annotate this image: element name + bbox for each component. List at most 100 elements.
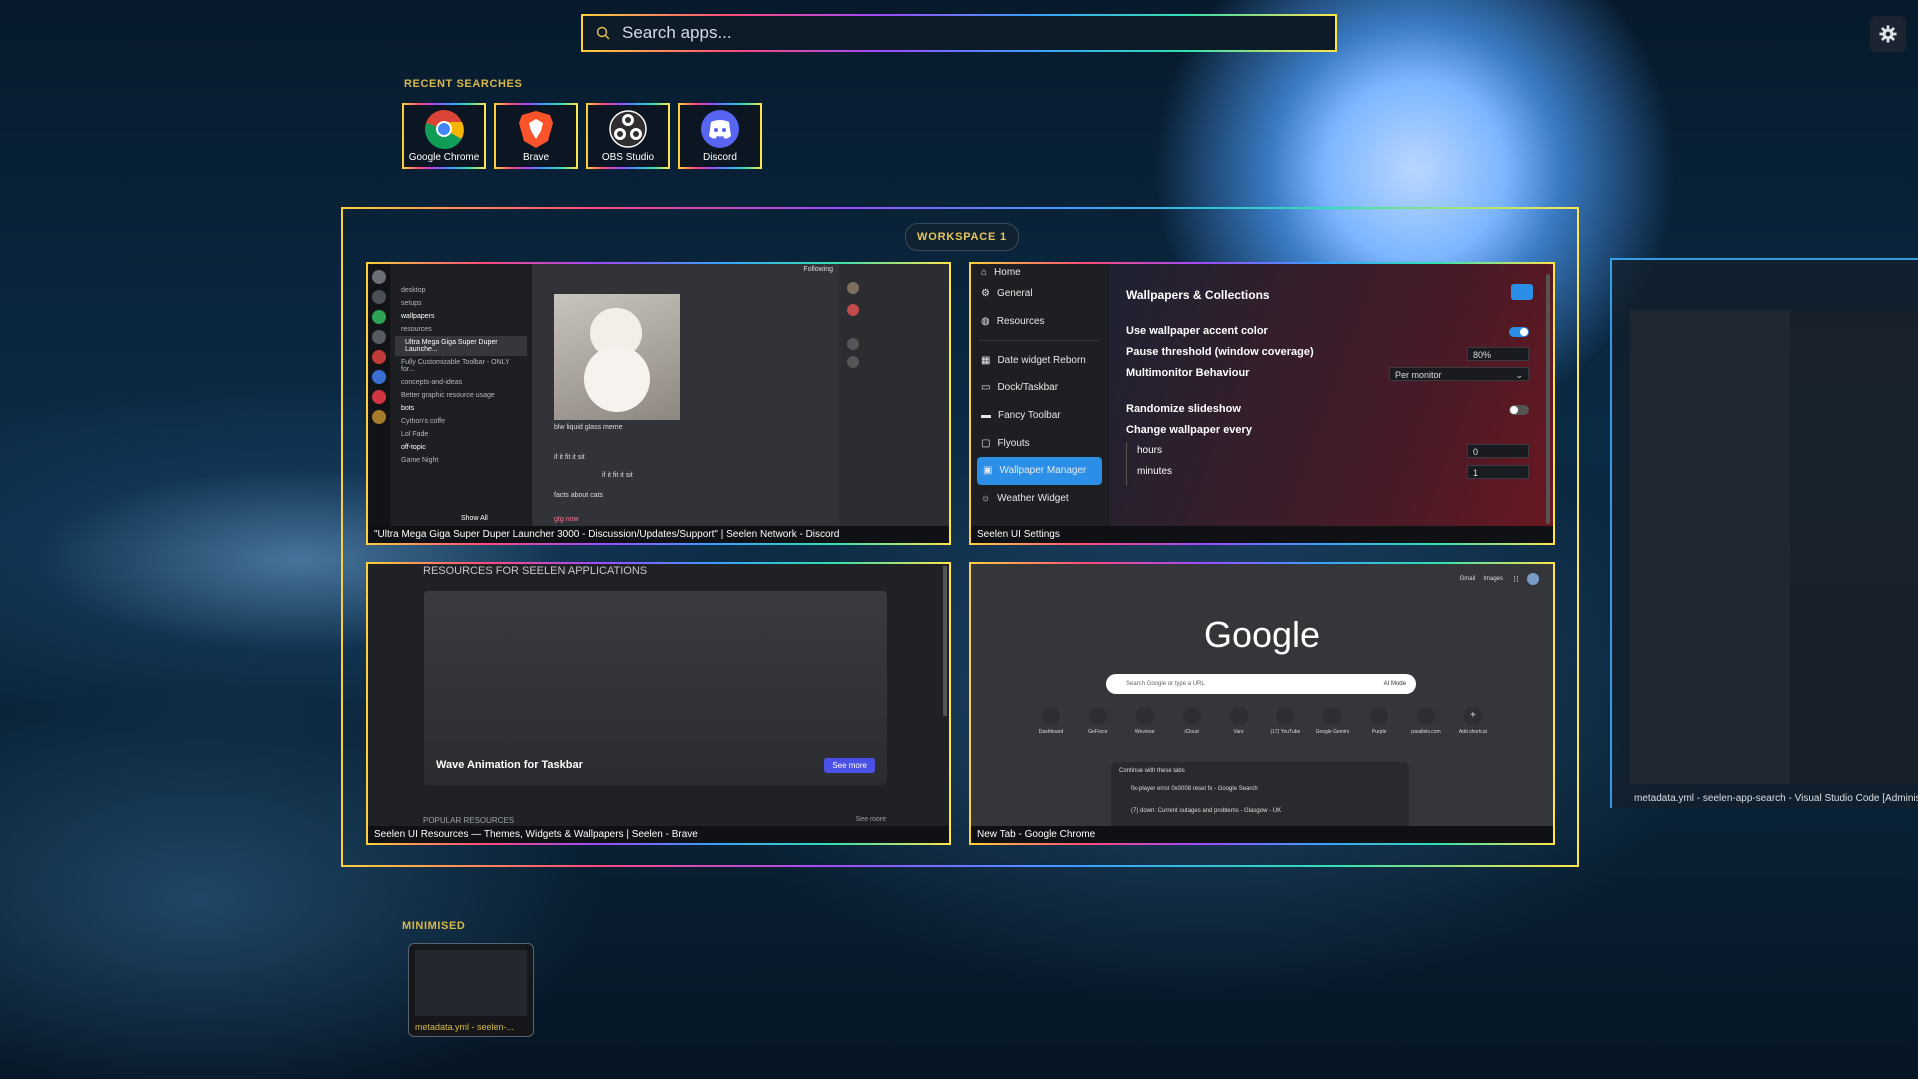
recent-app-discord[interactable]: Discord bbox=[678, 103, 762, 169]
images-link[interactable]: Images bbox=[1483, 576, 1503, 582]
resource-card[interactable]: Wave Animation for Taskbar See more bbox=[424, 591, 887, 785]
hours-input[interactable]: 0 bbox=[1467, 444, 1529, 458]
avatar[interactable] bbox=[1527, 573, 1539, 585]
plus-icon: + bbox=[1463, 707, 1482, 725]
following-button[interactable]: Following bbox=[803, 266, 833, 273]
tab-suggestion[interactable]: (7) down: Current outages and problems -… bbox=[1131, 808, 1281, 814]
toolbar-icon: ▬ bbox=[981, 410, 991, 422]
add-shortcut-button[interactable]: + Add shortcut bbox=[1453, 707, 1493, 735]
window-discord[interactable]: desktop setups wallpapers resources Ultr… bbox=[366, 262, 951, 545]
chevron-down-icon: ⌄ bbox=[1515, 370, 1523, 380]
channel-item[interactable]: resources bbox=[391, 323, 531, 336]
window-chrome[interactable]: Gmail Images ⁝⁝ Google Search Google or … bbox=[969, 562, 1555, 845]
apps-grid-icon[interactable]: ⁝⁝ bbox=[1513, 574, 1519, 585]
channel-item[interactable]: setups bbox=[391, 297, 531, 310]
shortcut-item[interactable]: (17) YouTube bbox=[1265, 707, 1305, 735]
search-placeholder: Search Google or type a URL bbox=[1126, 681, 1205, 687]
nav-home[interactable]: ⌂ Home bbox=[971, 264, 1108, 280]
recent-app-brave[interactable]: Brave bbox=[494, 103, 578, 169]
multimonitor-select[interactable]: Per monitor ⌄ bbox=[1389, 367, 1529, 381]
google-search-box[interactable]: Search Google or type a URL AI Mode bbox=[1106, 674, 1416, 694]
card-heading: Continue with these tabs bbox=[1119, 768, 1185, 774]
settings-button[interactable] bbox=[1870, 16, 1906, 52]
nav-dock[interactable]: ▭ Dock/Taskbar bbox=[971, 374, 1108, 402]
brave-icon bbox=[515, 108, 557, 150]
gmail-link[interactable]: Gmail bbox=[1460, 576, 1476, 582]
shortcut-label: Purple bbox=[1371, 729, 1387, 735]
nav-resources[interactable]: ◍ Resources bbox=[971, 308, 1108, 336]
channel-item[interactable]: Better graphic resource usage bbox=[391, 389, 531, 402]
image-icon[interactable] bbox=[1511, 284, 1533, 300]
nav-label: Home bbox=[994, 266, 1021, 278]
window-vscode[interactable]: metadata.yml - seelen-app-search - Visua… bbox=[1610, 258, 1918, 808]
channel-item[interactable]: concepts-and-ideas bbox=[391, 376, 531, 389]
recent-app-obs[interactable]: OBS Studio bbox=[586, 103, 670, 169]
pause-threshold-input[interactable]: 80% bbox=[1467, 347, 1529, 361]
divider bbox=[979, 340, 1100, 342]
channel-item[interactable]: Ultra Mega Giga Super Duper Launche... bbox=[395, 336, 527, 356]
nav-label: Dock/Taskbar bbox=[997, 382, 1059, 394]
shortcut-label: Add shortcut bbox=[1458, 729, 1487, 735]
nav-label: Wallpaper Manager bbox=[999, 465, 1087, 477]
recent-apps: Google Chrome Brave OBS Studio Discord bbox=[402, 103, 762, 169]
scrollbar[interactable] bbox=[943, 566, 947, 716]
shortcut-item[interactable]: iCloud bbox=[1172, 707, 1212, 735]
see-more-link[interactable]: See more bbox=[856, 816, 886, 823]
recent-app-name: Google Chrome bbox=[408, 152, 480, 163]
window-brave[interactable]: RESOURCES FOR SEELEN APPLICATIONS Wave A… bbox=[366, 562, 951, 845]
shortcuts-row: Dashboard GeForce Weverse iCloud Vars (1… bbox=[1031, 707, 1493, 735]
shortcut-item[interactable]: Weverse bbox=[1125, 707, 1165, 735]
flyout-icon: ▢ bbox=[981, 437, 991, 449]
channel-item[interactable]: desktop bbox=[391, 284, 531, 297]
see-more-button[interactable]: See more bbox=[824, 758, 875, 773]
shortcut-item[interactable]: parallels.com bbox=[1406, 707, 1446, 735]
tab-suggestion[interactable]: fix-player error 0x0008 reset fx - Googl… bbox=[1131, 786, 1258, 792]
section-heading: Wallpapers & Collections bbox=[1126, 288, 1270, 302]
nav-general[interactable]: ⚙ General bbox=[971, 280, 1108, 308]
recent-app-name: Brave bbox=[522, 152, 550, 163]
nav-label: Flyouts bbox=[997, 437, 1030, 449]
channel-item[interactable]: Fully Customizable Toolbar - ONLY for... bbox=[391, 356, 531, 376]
home-icon: ⌂ bbox=[981, 266, 988, 278]
minimised-window[interactable]: metadata.yml - seelen-... bbox=[408, 943, 534, 1037]
search-input[interactable] bbox=[620, 22, 1304, 44]
shortcut-item[interactable]: Vars bbox=[1219, 707, 1259, 735]
minutes-input[interactable]: 1 bbox=[1467, 465, 1529, 479]
app-search-bar[interactable] bbox=[581, 14, 1337, 52]
nav-weather-widget[interactable]: ☼ Weather Widget bbox=[971, 485, 1108, 513]
shortcut-item[interactable]: Google Gemini bbox=[1312, 707, 1352, 735]
randomize-toggle[interactable] bbox=[1509, 405, 1529, 415]
shortcut-label: iCloud bbox=[1184, 729, 1199, 735]
nav-wallpaper-manager[interactable]: ▣ Wallpaper Manager bbox=[977, 457, 1102, 485]
channel-item[interactable]: off-topic bbox=[391, 441, 531, 454]
calendar-icon: ▦ bbox=[981, 354, 991, 366]
shortcut-item[interactable]: GeForce bbox=[1078, 707, 1118, 735]
channel-item[interactable]: Game Night bbox=[391, 454, 531, 467]
nav-date-widget[interactable]: ▦ Date widget Reborn bbox=[971, 346, 1108, 374]
continue-tabs-card: Continue with these tabs fix-player erro… bbox=[1111, 762, 1409, 832]
channel-item[interactable]: wallpapers bbox=[391, 310, 531, 323]
toggle-knob bbox=[1510, 406, 1518, 414]
workspace-title[interactable]: WORKSPACE 1 bbox=[905, 223, 1019, 251]
nav-fancy-toolbar[interactable]: ▬ Fancy Toolbar bbox=[971, 402, 1108, 430]
ai-mode-button[interactable]: AI Mode bbox=[1384, 674, 1406, 694]
shortcut-item[interactable]: Purple bbox=[1359, 707, 1399, 735]
minimised-title: metadata.yml - seelen-... bbox=[415, 1022, 515, 1032]
recent-app-chrome[interactable]: Google Chrome bbox=[402, 103, 486, 169]
member-list bbox=[839, 264, 949, 526]
chat-message: gtg now bbox=[554, 516, 579, 523]
show-all-button[interactable]: Show All bbox=[461, 515, 488, 522]
scrollbar[interactable] bbox=[1546, 274, 1550, 524]
channel-item[interactable]: Lol Fade bbox=[391, 428, 531, 441]
shortcut-label: (17) YouTube bbox=[1270, 729, 1301, 735]
chat-message: facts about cats bbox=[554, 492, 604, 499]
channel-item[interactable]: Cython's coffe bbox=[391, 415, 531, 428]
select-value: Per monitor bbox=[1395, 370, 1442, 380]
page-header: RESOURCES FOR SEELEN APPLICATIONS bbox=[423, 565, 648, 577]
shortcut-item[interactable]: Dashboard bbox=[1031, 707, 1071, 735]
window-seelen-settings[interactable]: ⌂ Home ⚙ General ◍ Resources ▦ Date widget R… bbox=[969, 262, 1555, 545]
accent-color-toggle[interactable] bbox=[1509, 327, 1529, 337]
channel-item[interactable]: bots bbox=[391, 402, 531, 415]
setting-label: hours bbox=[1137, 445, 1163, 456]
nav-flyouts[interactable]: ▢ Flyouts bbox=[971, 429, 1108, 457]
